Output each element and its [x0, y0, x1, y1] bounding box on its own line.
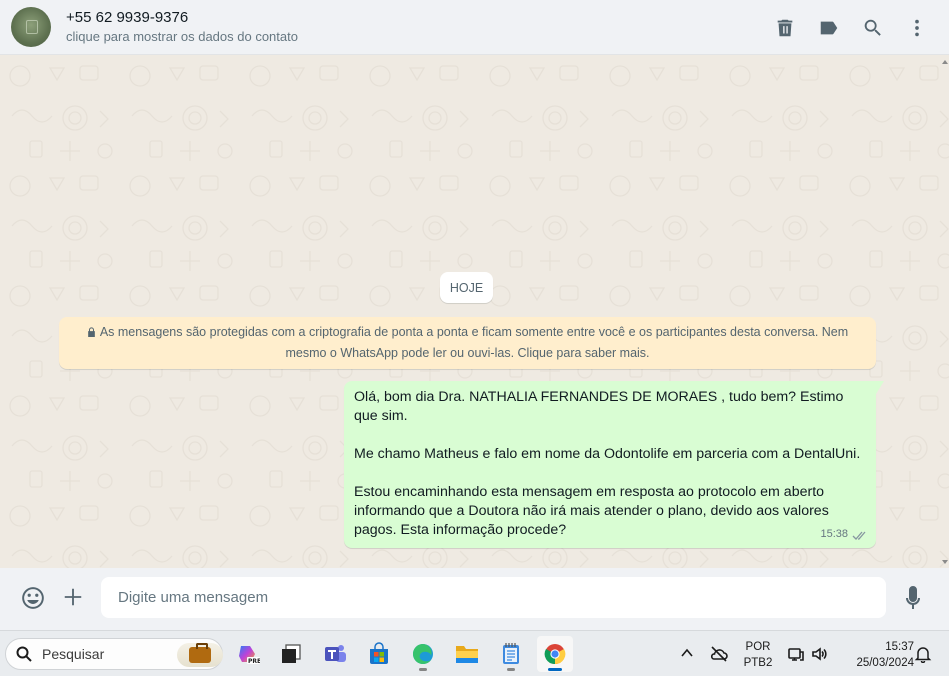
notepad-icon[interactable] [493, 636, 529, 672]
message-text: Olá, bom dia Dra. NATHALIA FERNANDES DE … [354, 389, 844, 424]
attach-plus-icon[interactable] [62, 586, 84, 608]
menu-icon[interactable] [905, 16, 929, 40]
date-divider: HOJE [440, 272, 493, 303]
message-input[interactable] [101, 577, 886, 618]
briefcase-icon [177, 643, 223, 667]
encryption-notice-text: As mensagens são protegidas com a cripto… [99, 325, 849, 360]
volume-icon[interactable] [811, 645, 829, 663]
clock-date: 25/03/2024 [856, 657, 914, 669]
language-line2: PTB2 [743, 657, 773, 669]
contact-info[interactable]: +55 62 9939-9376 clique para mostrar os … [66, 8, 298, 46]
language-line1: POR [745, 641, 771, 653]
chat-header: +55 62 9939-9376 clique para mostrar os … [0, 0, 949, 55]
header-actions [753, 0, 929, 55]
taskbar-search[interactable]: Pesquisar [5, 638, 223, 670]
contact-name[interactable]: +55 62 9939-9376 [66, 8, 298, 28]
message-time: 15:38 [820, 528, 848, 540]
task-view-icon[interactable] [273, 636, 309, 672]
system-clock[interactable]: 15:37 25/03/2024 [838, 639, 914, 671]
chat-scrollbar[interactable] [941, 56, 949, 568]
taskbar-search-label: Pesquisar [42, 646, 105, 662]
scroll-up-arrow[interactable] [942, 60, 948, 64]
language-indicator[interactable]: POR PTB2 [740, 639, 776, 671]
delete-icon[interactable] [773, 16, 797, 40]
file-explorer-icon[interactable] [449, 636, 485, 672]
emoji-icon[interactable] [20, 585, 46, 611]
store-icon[interactable] [361, 636, 397, 672]
message-tail [876, 381, 884, 394]
network-icon[interactable] [787, 645, 805, 663]
chrome-icon[interactable] [537, 636, 573, 672]
search-icon [16, 646, 32, 662]
label-icon[interactable] [817, 16, 841, 40]
microphone-icon[interactable] [903, 585, 923, 611]
composer [0, 568, 949, 630]
scroll-down-arrow[interactable] [942, 560, 948, 564]
edge-icon[interactable] [405, 636, 441, 672]
message-text: Estou encaminhando esta mensagem em resp… [354, 484, 829, 538]
encryption-notice[interactable]: As mensagens são protegidas com a cripto… [59, 317, 876, 369]
message-text: Me chamo Matheus e falo em nome da Odont… [354, 446, 861, 462]
copilot-icon[interactable]: PRE [230, 636, 266, 672]
message-meta: 15:38 [820, 525, 868, 544]
clock-time: 15:37 [885, 641, 914, 653]
double-check-icon [852, 529, 868, 540]
cloud-offline-icon[interactable] [710, 645, 728, 663]
teams-icon[interactable] [317, 636, 353, 672]
notification-bell-icon[interactable] [914, 645, 932, 664]
search-icon[interactable] [861, 16, 885, 40]
lock-icon [87, 323, 96, 337]
outgoing-message[interactable]: Olá, bom dia Dra. NATHALIA FERNANDES DE … [344, 381, 884, 548]
chevron-up-icon[interactable] [680, 646, 694, 660]
windows-taskbar: Pesquisar PRE POR PTB2 15:37 25/03/2024 [0, 630, 949, 676]
contact-subtitle[interactable]: clique para mostrar os dados do contato [66, 28, 298, 46]
svg-text:PRE: PRE [248, 658, 260, 665]
contact-avatar[interactable] [11, 7, 51, 47]
chat-area[interactable]: HOJE As mensagens são protegidas com a c… [0, 56, 949, 568]
